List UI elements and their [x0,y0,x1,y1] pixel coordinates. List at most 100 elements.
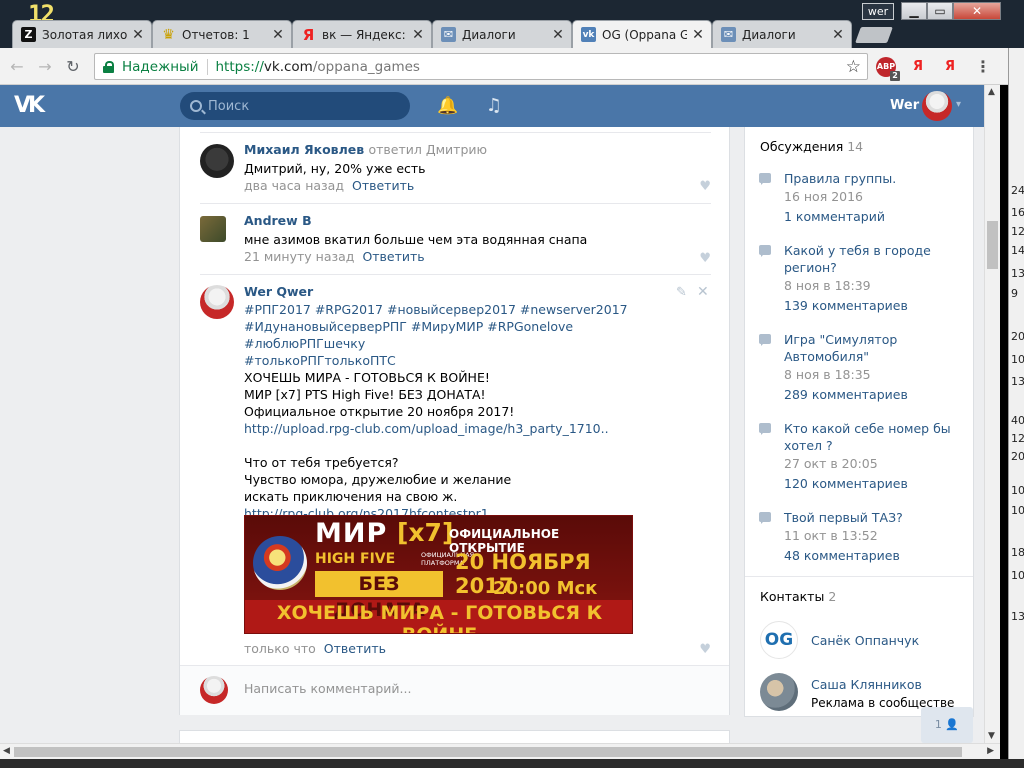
comment-avatar[interactable] [200,144,234,178]
search-input[interactable]: Поиск [180,92,410,120]
header-avatar[interactable] [922,91,952,121]
close-icon[interactable]: ✕ [691,27,705,43]
hashtags-line[interactable]: #толькоРПГтолькоПТС [244,352,684,369]
hashtags-line[interactable]: #ИдунановыйсерверРПГ #МируМИР #RPGonelov… [244,318,684,352]
close-window-button[interactable]: ✕ [953,2,1001,20]
scroll-down-icon[interactable]: ▼ [988,731,995,741]
close-icon[interactable]: ✕ [131,27,145,43]
contact-name[interactable]: Санёк Оппанчук [811,633,919,648]
edit-pencil-icon[interactable]: ✎ [676,285,687,300]
comment-avatar[interactable] [200,285,234,319]
discussion-title[interactable]: Игра "Симулятор Автомобиля" [784,331,954,365]
minimize-button[interactable]: ▁ [901,2,927,20]
back-icon[interactable]: ← [6,56,28,78]
horizontal-scroll-thumb[interactable] [14,747,962,757]
discussion-comments[interactable]: 48 комментариев [784,548,900,563]
reload-icon[interactable]: ↻ [62,56,84,78]
discussion-item[interactable]: Правила группы. 16 ноя 2016 1 комментари… [759,170,964,230]
contacts-header[interactable]: Контакты 2 [760,589,836,604]
comment-author[interactable]: Михаил Яковлев ответил Дмитрию [244,142,487,157]
scroll-up-icon[interactable]: ▲ [988,87,995,97]
tab-og-oppana[interactable]: vk OG (Oppana G ✕ [572,20,712,48]
discussion-title[interactable]: Кто какой себе номер бы хотел ? [784,420,954,454]
like-heart-icon[interactable]: ♥ [699,251,711,266]
online-users-chip[interactable]: 1 👤 [921,707,973,743]
discussion-comments[interactable]: 120 комментариев [784,476,908,491]
reply-button[interactable]: Ответить [324,641,386,656]
discussion-title[interactable]: Какой у тебя в городе регион? [784,242,954,276]
discussion-title[interactable]: Правила группы. [784,170,954,187]
contacts-title[interactable]: Контакты [760,589,824,604]
discussion-date: 27 окт в 20:05 [784,456,878,471]
url-host: vk.com [263,58,313,75]
comment-author-name[interactable]: Михаил Яковлев [244,142,364,157]
vk-messages-icon: ✉ [721,27,736,42]
yandex-extension-icon-2[interactable]: Я [940,57,960,77]
discussions-header[interactable]: Обсуждения 14 [760,139,863,154]
contact-avatar[interactable]: OG [760,621,798,659]
profile-chip[interactable]: wer [862,3,894,20]
close-icon[interactable]: ✕ [411,27,425,43]
delete-close-icon[interactable]: ✕ [697,284,709,300]
contact-avatar[interactable] [760,673,798,711]
comment-author[interactable]: Andrew B [244,213,312,228]
discussion-comments[interactable]: 1 комментарий [784,209,885,224]
comment-meta: два часа назад Ответить [244,178,414,193]
adblock-extension-icon[interactable]: ABP 2 [876,57,900,81]
contact-name[interactable]: Саша Клянников [811,677,922,692]
address-bar[interactable]: Надежный https://vk.com/oppana_games ☆ [94,53,868,80]
tab-zolotaya[interactable]: Z Золотая лихор ✕ [12,20,152,48]
vk-logo[interactable]: VK [14,94,48,118]
tab-title: Отчетов: 1 [182,27,250,42]
comment-avatar[interactable] [200,216,226,242]
z-site-icon: Z [21,27,36,42]
discussion-comments[interactable]: 139 комментариев [784,298,908,313]
chevron-down-icon[interactable]: ▾ [956,99,961,110]
attached-banner-image[interactable]: МИР [x7] HIGH FIVE ОФИЦИАЛЬНАЯ ПЛАТФОРМА… [244,515,633,634]
music-icon[interactable]: ♫ [484,95,504,117]
discussions-title[interactable]: Обсуждения [760,139,843,154]
discussion-item[interactable]: Какой у тебя в городе регион? 8 ноя в 18… [759,242,964,317]
tab-dialogi-1[interactable]: ✉ Диалоги ✕ [432,20,572,48]
tab-dialogi-2[interactable]: ✉ Диалоги ✕ [712,20,852,48]
vertical-scroll-thumb[interactable] [987,221,998,269]
browser-menu-icon[interactable]: ⋮ [973,57,993,77]
post-link[interactable]: http://upload.rpg-club.com/upload_image/… [244,420,684,437]
close-icon[interactable]: ✕ [551,27,565,43]
like-heart-icon[interactable]: ♥ [699,179,711,194]
maximize-button[interactable]: ▭ [927,2,953,20]
forward-icon[interactable]: → [34,56,56,78]
discussion-item[interactable]: Твой первый ТАЗ? 11 окт в 13:52 48 комме… [759,509,964,569]
header-username[interactable]: Wer [890,98,919,113]
vk-header: VK Поиск 🔔 ♫ Wer ▾ [0,85,984,127]
new-tab-button[interactable] [855,27,893,43]
bookmark-star-icon[interactable]: ☆ [846,57,861,77]
secure-label[interactable]: Надежный [122,59,199,75]
tab-title: Золотая лихор [42,27,127,42]
scroll-left-icon[interactable]: ◀ [3,746,10,756]
comment-time[interactable]: 21 минуту назад [244,249,354,264]
close-icon[interactable]: ✕ [271,27,285,43]
notifications-bell-icon[interactable]: 🔔 [437,96,458,116]
comment-time[interactable]: два часа назад [244,178,344,193]
yandex-extension-icon[interactable]: Я [908,57,928,77]
like-heart-icon[interactable]: ♥ [699,642,711,657]
discussion-item[interactable]: Кто какой себе номер бы хотел ? 27 окт в… [759,420,964,495]
discussion-comments[interactable]: 289 комментариев [784,387,908,402]
vertical-scrollbar[interactable]: ▲ ▼ [984,85,1000,743]
tab-yandex[interactable]: Я вк — Яндекс: ✕ [292,20,432,48]
scroll-right-icon[interactable]: ▶ [987,746,994,756]
reply-button[interactable]: Ответить [352,178,414,193]
comment-input[interactable]: Написать комментарий... [244,681,411,696]
hashtags-line[interactable]: #РПГ2017 #RPG2017 #новыйсервер2017 #news… [244,301,684,318]
horizontal-scrollbar[interactable]: ◀ ▶ [0,743,1000,759]
contact-item[interactable]: OG Санёк Оппанчук [760,621,965,661]
close-icon[interactable]: ✕ [831,27,845,43]
discussion-title[interactable]: Твой первый ТАЗ? [784,509,954,526]
reply-button[interactable]: Ответить [362,249,424,264]
comment-author[interactable]: Wer Qwer [244,284,313,299]
discussion-item[interactable]: Игра "Симулятор Автомобиля" 8 ноя в 18:3… [759,331,964,406]
comments-panel: Михаил Яковлев ответил Дмитрию Дмитрий, … [179,127,730,715]
comment-time[interactable]: только что [244,641,316,656]
tab-otchetov[interactable]: ♛ Отчетов: 1 ✕ [152,20,292,48]
